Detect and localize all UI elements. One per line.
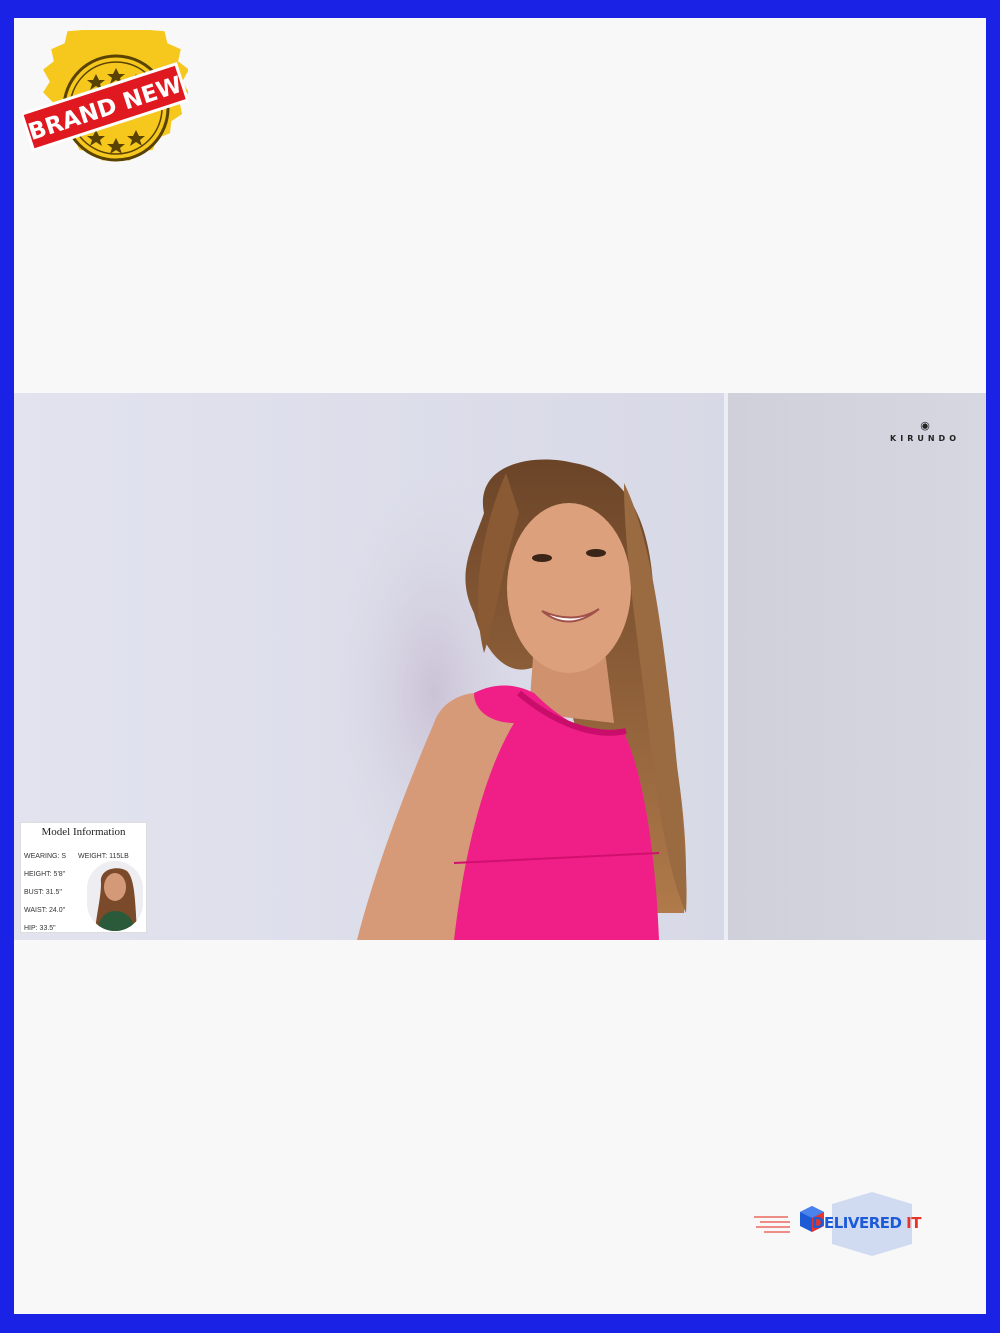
- brand-logo-icon: ◉: [920, 419, 930, 432]
- star-seal-icon: BRAND NEW: [19, 16, 190, 162]
- model-info-row: HEIGHT: 5'8": [24, 871, 66, 878]
- it-text: IT: [901, 1214, 921, 1232]
- delivered-text: DELIVERED: [812, 1214, 902, 1232]
- model-info-row: BUST: 31.5": [24, 889, 62, 896]
- model-info-row: WAIST: 24.0": [24, 907, 66, 914]
- delivered-it-logo: DELIVERED IT: [752, 1186, 942, 1260]
- model-photo-image: [14, 393, 986, 940]
- brand-mark-text: KIRUNDO: [890, 434, 960, 443]
- model-info-row: WEARING: S: [24, 853, 67, 860]
- model-info-title: Model Information: [41, 826, 126, 838]
- brand-new-badge: BRAND NEW: [19, 16, 190, 186]
- model-avatar: [87, 861, 143, 931]
- product-photo: ◉ KIRUNDO Model Information WEARING: S H…: [14, 393, 986, 940]
- model-info-row: HIP: 33.5": [24, 925, 56, 932]
- model-info-rows: WEARING: S HEIGHT: 5'8" BUST: 31.5" WAIS…: [24, 848, 66, 938]
- delivered-it-text: DELIVERED IT: [812, 1214, 921, 1232]
- page-frame: BRAND NEW ◉ KIRUNDO Model Information WE…: [0, 0, 1000, 1333]
- model-info-card: Model Information WEARING: S HEIGHT: 5'8…: [20, 822, 147, 933]
- brand-mark: ◉ KIRUNDO: [890, 419, 960, 443]
